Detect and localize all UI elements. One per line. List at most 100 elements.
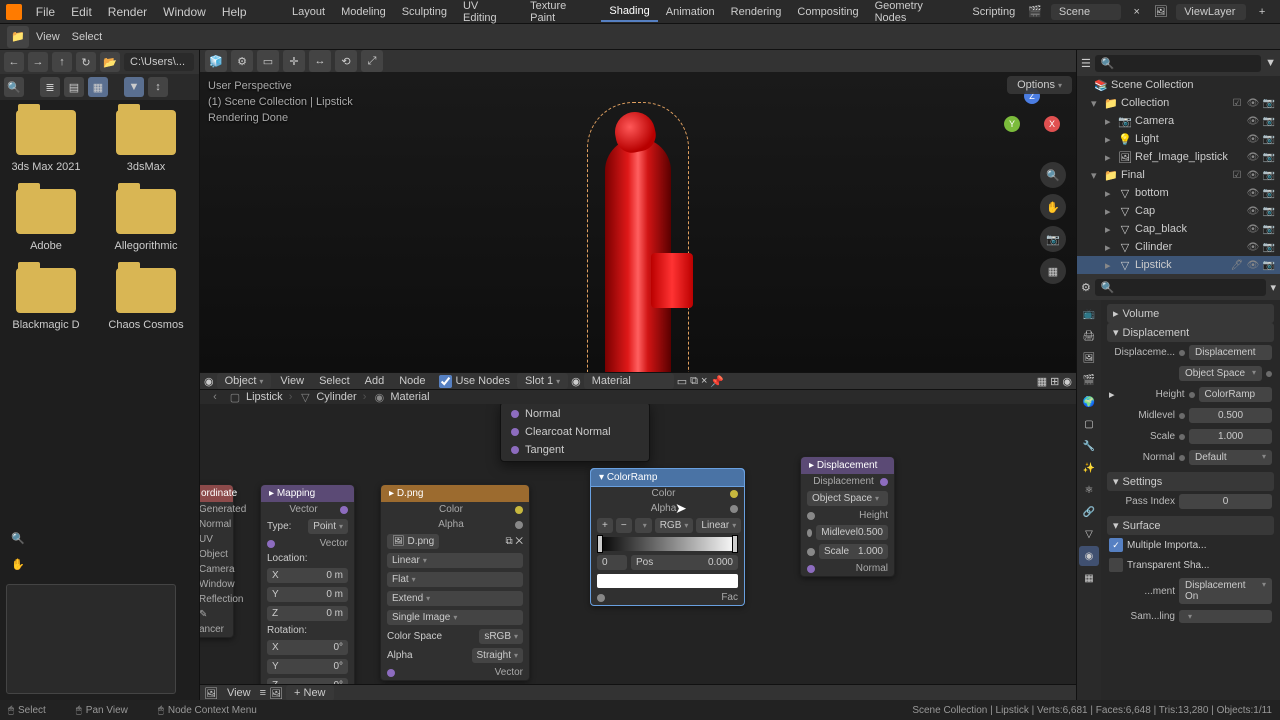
scale-field[interactable]: 1.000 (1189, 429, 1272, 444)
scene-close-icon[interactable]: × (1127, 2, 1147, 22)
menu-edit[interactable]: Edit (63, 5, 100, 19)
use-nodes-checkbox[interactable]: Use Nodes (435, 375, 514, 388)
img-browse-icon[interactable]: 🖼 (269, 687, 283, 700)
workspace-shading[interactable]: Shading (601, 2, 657, 22)
workspace-modeling[interactable]: Modeling (333, 3, 394, 21)
nav-up-icon[interactable]: ↑ (52, 52, 72, 72)
pan-viewport-icon[interactable]: ✋ (1040, 194, 1066, 220)
img-new-button[interactable]: + New (286, 685, 334, 701)
crumb-back-icon[interactable]: ‹ (208, 390, 222, 404)
tree-cilinder[interactable]: ▸▽Cilinder👁📷 (1077, 238, 1280, 256)
material-name-field[interactable]: Material (584, 373, 674, 389)
node-node-menu[interactable]: Node (393, 375, 431, 387)
backdrop-icon[interactable]: ◉ (1062, 375, 1072, 388)
display-grid-icon[interactable]: ▦ (88, 77, 108, 97)
hand-icon[interactable]: ✋ (8, 554, 28, 574)
menu-render[interactable]: Render (100, 5, 155, 19)
disp-method-dd[interactable]: Displacement On (1179, 578, 1272, 604)
workspace-uvediting[interactable]: UV Editing (455, 0, 522, 27)
props-options-icon[interactable]: ▾ (1270, 281, 1276, 294)
node-view-menu[interactable]: View (274, 375, 310, 387)
search-icon[interactable]: 🔍 (4, 77, 24, 97)
pin-icon[interactable]: 📌 (710, 375, 724, 388)
outliner-search[interactable]: 🔍 (1095, 55, 1261, 72)
popup-tangent[interactable]: Tangent (501, 441, 649, 459)
panel-displacement[interactable]: ▾ Displacement (1107, 323, 1274, 342)
tab-constraint-icon[interactable]: 🔗 (1079, 502, 1099, 522)
tree-camera[interactable]: ▸📷Camera👁📷 (1077, 112, 1280, 130)
asset-view-menu[interactable]: View (30, 31, 66, 43)
folder-item-blackmagic[interactable]: Blackmagic D (6, 268, 86, 331)
tab-output-icon[interactable]: 🖨 (1079, 326, 1099, 346)
viewlayer-new-icon[interactable]: + (1252, 2, 1272, 22)
node-add-menu[interactable]: Add (359, 375, 391, 387)
node-editor-type-icon[interactable]: ◉ (204, 375, 214, 388)
zoom-viewport-icon[interactable]: 🔍 (1040, 162, 1066, 188)
viewport-options[interactable]: Options (1007, 76, 1072, 94)
ramp-tools-icon[interactable] (635, 518, 652, 533)
display-list-icon[interactable]: ≣ (40, 77, 60, 97)
panel-settings[interactable]: ▾ Settings (1107, 472, 1274, 491)
tab-object-icon[interactable]: ▢ (1079, 414, 1099, 434)
material-unlink-icon[interactable]: × (701, 375, 707, 387)
tree-scene-collection[interactable]: 📚Scene Collection (1077, 76, 1280, 94)
workspace-sculpting[interactable]: Sculpting (394, 3, 455, 21)
node-texture-coordinate[interactable]: ordinate Generated Normal UV Object Came… (200, 484, 234, 638)
folder-item-allegorithmic[interactable]: Allegorithmic (106, 189, 186, 252)
axis-x-icon[interactable]: X (1044, 116, 1060, 132)
ramp-color-swatch[interactable] (597, 574, 738, 588)
slot-dropdown[interactable]: Slot 1 (517, 373, 568, 389)
ramp-add-icon[interactable]: + (597, 518, 613, 533)
tree-final-collection[interactable]: ▾📁Final☑👁📷 (1077, 166, 1280, 184)
props-type-icon[interactable]: ⚙ (1081, 281, 1091, 294)
menu-window[interactable]: Window (155, 5, 214, 19)
multi-importance-check[interactable]: ✓ (1109, 538, 1123, 552)
node-displacement[interactable]: ▸ Displacement Displacement Object Space… (800, 456, 895, 577)
disp-link[interactable]: Displacement (1189, 345, 1272, 360)
image-editor-icon[interactable]: 🖼 (204, 687, 218, 700)
disp-space[interactable]: Object Space (1179, 366, 1262, 381)
workspace-rendering[interactable]: Rendering (723, 3, 790, 21)
tab-modifier-icon[interactable]: 🔧 (1079, 436, 1099, 456)
zoom-icon[interactable]: 🔍 (8, 528, 28, 548)
tree-capblack[interactable]: ▸▽Cap_black👁📷 (1077, 220, 1280, 238)
panel-volume[interactable]: ▸ Volume (1107, 304, 1274, 323)
tab-viewlayer-icon[interactable]: 🖼 (1079, 348, 1099, 368)
viewlayer-icon[interactable]: 🖼 (1151, 2, 1171, 22)
folder-item-chaoscosmos[interactable]: Chaos Cosmos (106, 268, 186, 331)
sampling-dd[interactable] (1179, 610, 1272, 623)
node-select-menu[interactable]: Select (313, 375, 356, 387)
node-color-ramp[interactable]: ▾ ColorRamp Color Alpha + − RGB Linear 0… (590, 468, 745, 606)
asset-select-menu[interactable]: Select (66, 31, 109, 43)
midlevel-field[interactable]: 0.500 (1189, 408, 1272, 423)
transparent-shadow-check[interactable] (1109, 558, 1123, 572)
tree-cap[interactable]: ▸▽Cap👁📷 (1077, 202, 1280, 220)
ramp-remove-icon[interactable]: − (616, 518, 632, 533)
select-box-icon[interactable]: ▭ (257, 50, 279, 72)
node-image-texture[interactable]: ▸ D.png Color Alpha 🖼 D.png⧉ ✕ Linear Fl… (380, 484, 530, 681)
workspace-geonodes[interactable]: Geometry Nodes (867, 0, 965, 27)
tab-material-icon[interactable]: ◉ (1079, 546, 1099, 566)
editor-type-3dview-icon[interactable]: 🧊 (205, 50, 227, 72)
scene-icon[interactable]: 🎬 (1025, 2, 1045, 22)
axis-gizmo[interactable]: Z Y X (1002, 88, 1062, 148)
workspace-layout[interactable]: Layout (284, 3, 333, 21)
ramp-gradient[interactable] (597, 537, 738, 551)
material-browse-icon[interactable]: ▭ (677, 375, 687, 388)
tab-texture-icon[interactable]: ▦ (1079, 568, 1099, 588)
menu-file[interactable]: File (28, 5, 63, 19)
tab-scene-icon[interactable]: 🎬 (1079, 370, 1099, 390)
folder-item-3dsmax[interactable]: 3dsMax (106, 110, 186, 173)
nav-refresh-icon[interactable]: ↻ (76, 52, 96, 72)
passindex-field[interactable]: 0 (1179, 494, 1272, 509)
cursor-icon[interactable]: ✛ (283, 50, 305, 72)
material-icon[interactable]: ◉ (571, 375, 581, 388)
path-field[interactable]: C:\Users\... (124, 53, 194, 71)
normal-dd[interactable]: Default (1189, 450, 1272, 465)
panel-surface[interactable]: ▾ Surface (1107, 516, 1274, 535)
folder-item-adobe[interactable]: Adobe (6, 189, 86, 252)
scale-icon[interactable]: ⤢ (361, 50, 383, 72)
node-mode-dropdown[interactable]: Object (217, 373, 272, 389)
img-more-icon[interactable]: ≡ (260, 687, 266, 699)
viewlayer-field[interactable]: ViewLayer (1176, 4, 1246, 20)
